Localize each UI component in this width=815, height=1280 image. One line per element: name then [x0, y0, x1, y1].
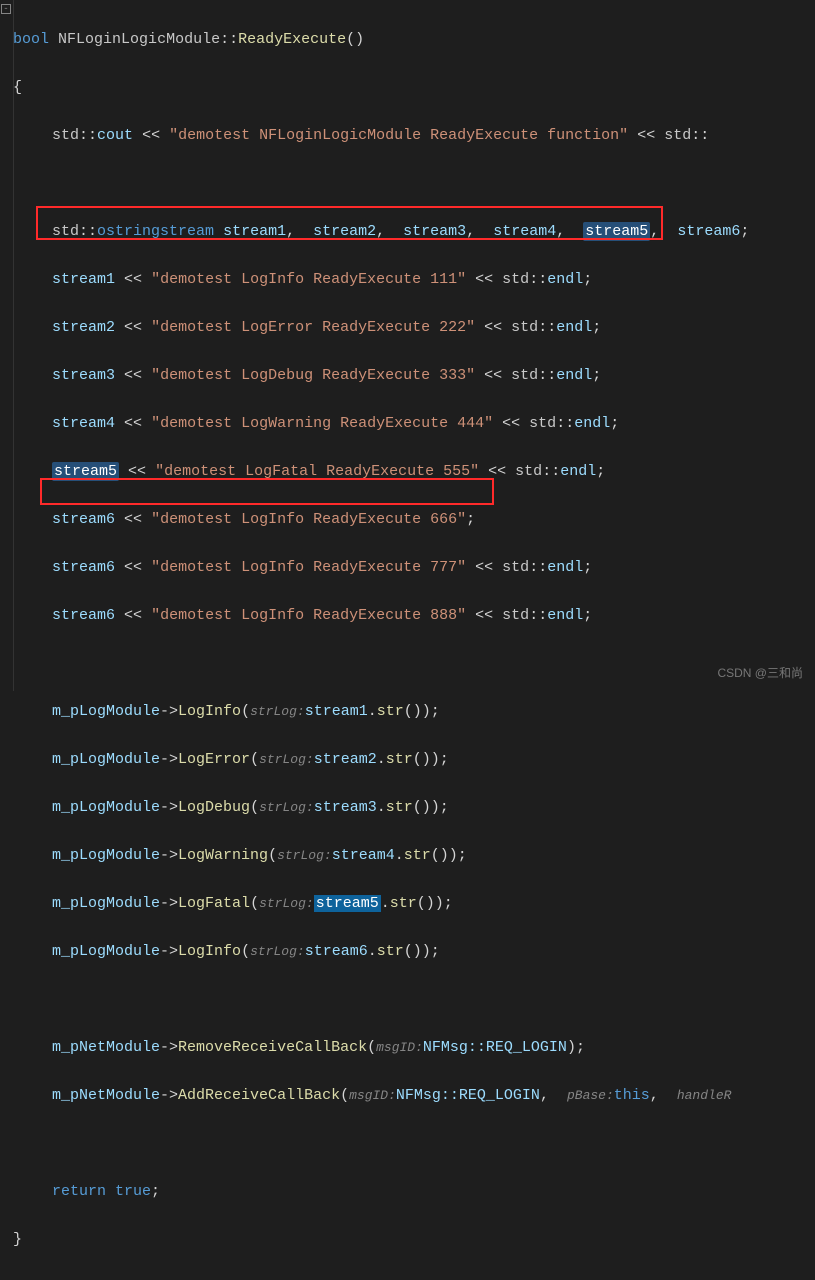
code-line: { — [4, 76, 815, 100]
code-line: std::cout << "demotest NFLoginLogicModul… — [4, 124, 815, 148]
code-line: m_pLogModule->LogDebug(strLog:stream3.st… — [4, 796, 815, 820]
code-line: stream4 << "demotest LogWarning ReadyExe… — [4, 412, 815, 436]
code-line: std::ostringstream stream1, stream2, str… — [4, 220, 815, 244]
blank-line — [4, 988, 815, 1012]
code-line: m_pNetModule->RemoveReceiveCallBack(msgI… — [4, 1036, 815, 1060]
selected-token: stream5 — [52, 462, 119, 481]
code-line: stream6 << "demotest LogInfo ReadyExecut… — [4, 508, 815, 532]
code-line: stream1 << "demotest LogInfo ReadyExecut… — [4, 268, 815, 292]
blank-line — [4, 1132, 815, 1156]
code-line: m_pNetModule->AddReceiveCallBack(msgID:N… — [4, 1084, 815, 1108]
code-line: } — [4, 1228, 815, 1252]
code-line: stream2 << "demotest LogError ReadyExecu… — [4, 316, 815, 340]
code-line: bool NFLoginLogicModule::ReadyExecute() — [4, 28, 815, 52]
code-line: stream5 << "demotest LogFatal ReadyExecu… — [4, 460, 815, 484]
code-line: stream3 << "demotest LogDebug ReadyExecu… — [4, 364, 815, 388]
code-line: m_pLogModule->LogInfo(strLog:stream1.str… — [4, 700, 815, 724]
code-line: stream6 << "demotest LogInfo ReadyExecut… — [4, 556, 815, 580]
code-line: m_pLogModule->LogError(strLog:stream2.st… — [4, 748, 815, 772]
code-line: m_pLogModule->LogFatal(strLog:stream5.st… — [4, 892, 815, 916]
watermark: CSDN @三和尚 — [717, 661, 803, 685]
code-line: m_pLogModule->LogInfo(strLog:stream6.str… — [4, 940, 815, 964]
code-editor[interactable]: bool NFLoginLogicModule::ReadyExecute() … — [0, 0, 815, 1280]
selected-token: stream5 — [583, 222, 650, 241]
code-line: stream6 << "demotest LogInfo ReadyExecut… — [4, 604, 815, 628]
code-line: m_pLogModule->LogWarning(strLog:stream4.… — [4, 844, 815, 868]
code-line: return true; — [4, 1180, 815, 1204]
selected-token: stream5 — [314, 895, 381, 912]
blank-line — [4, 172, 815, 196]
blank-line — [4, 652, 815, 676]
